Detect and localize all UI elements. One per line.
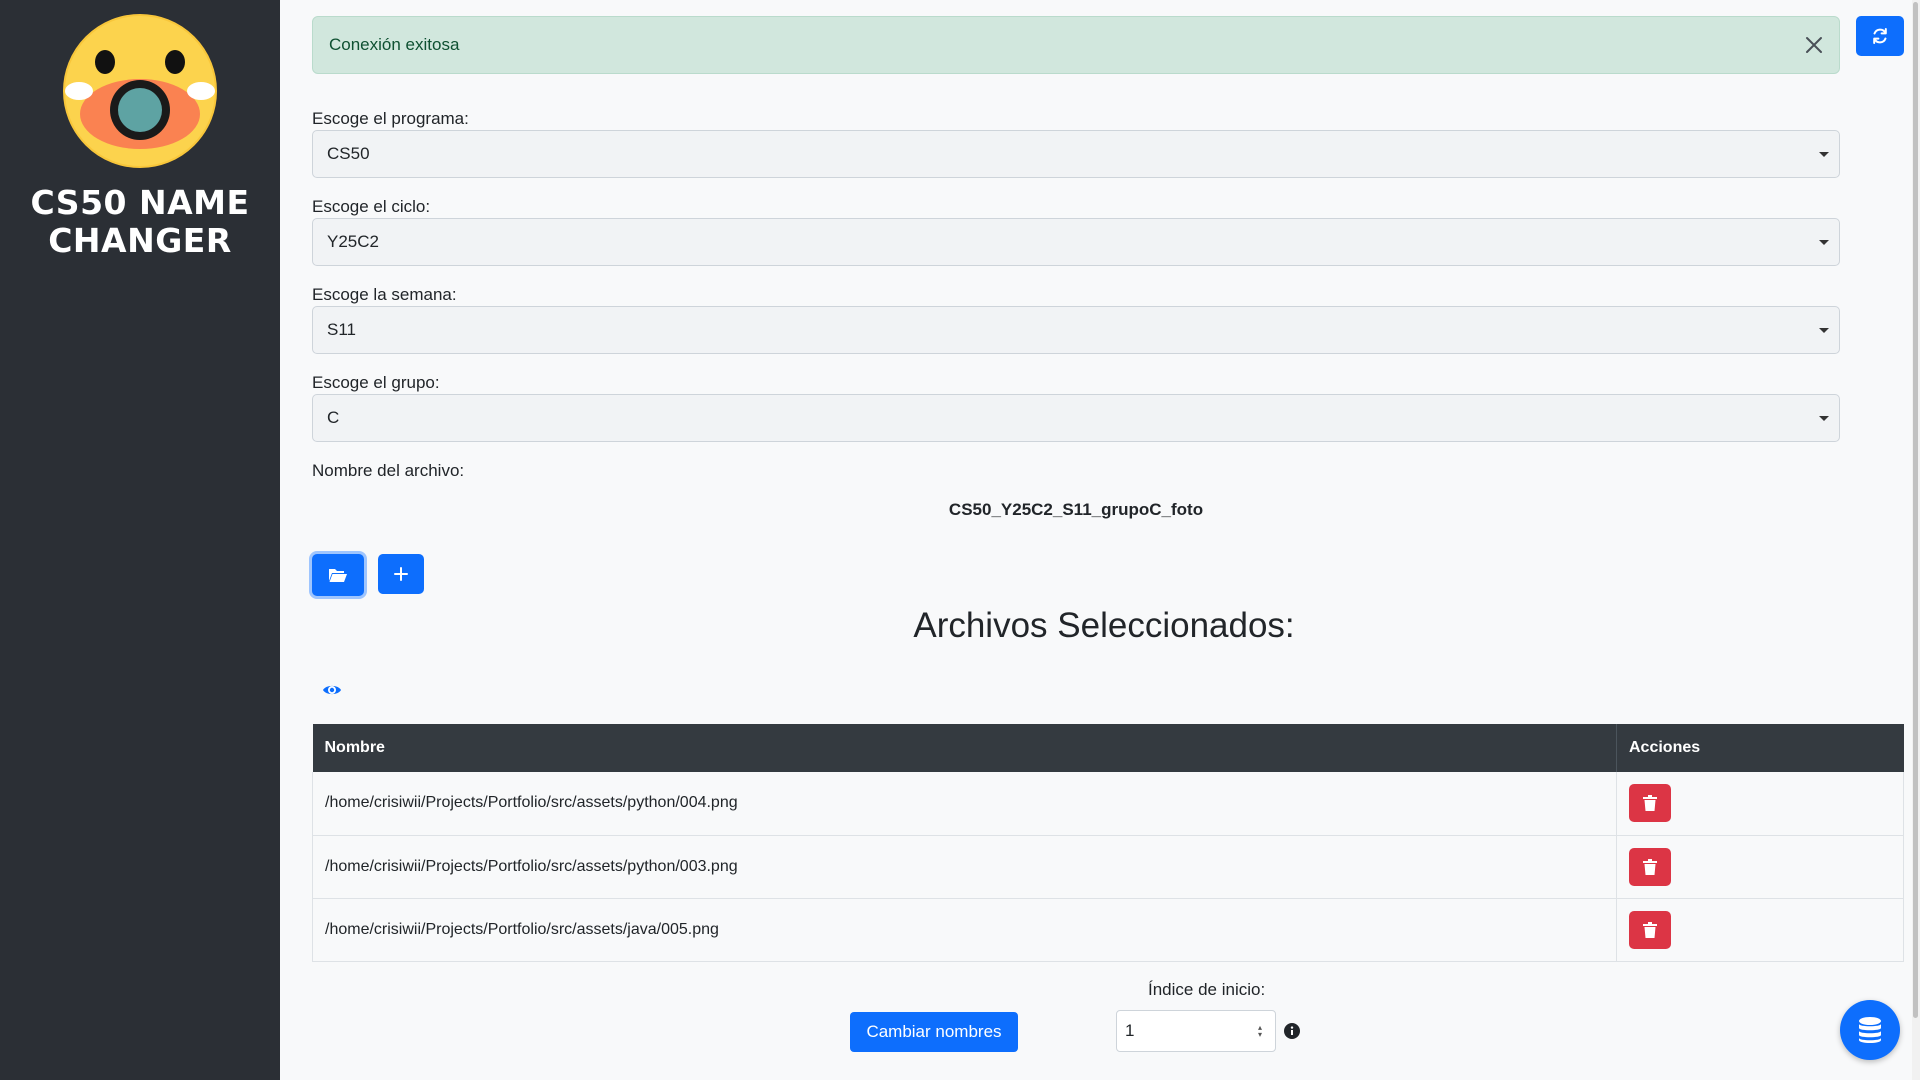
refresh-button[interactable] [1856, 16, 1904, 56]
main-content: Conexión exitosa Escoge el programa: CS5… [312, 0, 1920, 1080]
rename-button[interactable]: Cambiar nombres [850, 1012, 1018, 1052]
success-alert: Conexión exitosa [312, 16, 1840, 74]
table-header-row: Nombre Acciones [312, 724, 1904, 772]
table-row: /home/crisiwii/Projects/Portfolio/src/as… [312, 772, 1904, 836]
chevron-down-icon [1819, 328, 1829, 333]
sidebar: CS50 NAME CHANGER [0, 0, 280, 1080]
chevron-down-icon [1819, 152, 1829, 157]
trash-icon [1643, 921, 1657, 938]
week-select-value: S11 [327, 320, 356, 339]
column-header-actions: Acciones [1616, 724, 1904, 772]
delete-button[interactable] [1629, 847, 1671, 886]
program-select-value: CS50 [327, 144, 370, 163]
scrollbar-thumb[interactable] [1913, 2, 1918, 1018]
trash-icon [1643, 858, 1657, 875]
program-label: Escoge el programa: [312, 109, 469, 128]
plus-icon [394, 567, 408, 581]
selected-files-title: Archivos Seleccionados: [913, 606, 1295, 645]
row-actions [1616, 772, 1904, 836]
refresh-icon [1873, 28, 1887, 44]
close-icon[interactable] [1803, 34, 1825, 56]
file-path: /home/crisiwii/Projects/Portfolio/src/as… [312, 835, 1617, 899]
start-index-value: 1 [1125, 1021, 1135, 1040]
open-folder-button[interactable] [312, 554, 364, 596]
shocked-emoji-icon [63, 14, 217, 168]
eye-icon[interactable] [322, 680, 342, 700]
table-row: /home/crisiwii/Projects/Portfolio/src/as… [312, 898, 1904, 962]
database-button[interactable] [1840, 1000, 1900, 1060]
table-row: /home/crisiwii/Projects/Portfolio/src/as… [312, 835, 1904, 899]
delete-button[interactable] [1629, 910, 1671, 949]
group-label: Escoge el grupo: [312, 373, 440, 392]
week-select[interactable]: S11 [312, 306, 1840, 354]
cycle-select-value: Y25C2 [327, 232, 379, 251]
cycle-select[interactable]: Y25C2 [312, 218, 1840, 266]
start-index-label: Índice de inicio: [1148, 980, 1266, 999]
week-label: Escoge la semana: [312, 285, 457, 304]
vertical-scrollbar[interactable] [1912, 0, 1920, 1080]
file-path: /home/crisiwii/Projects/Portfolio/src/as… [312, 772, 1617, 836]
cycle-label: Escoge el ciclo: [312, 197, 431, 216]
alert-message: Conexión exitosa [329, 35, 460, 54]
chevron-down-icon [1819, 416, 1829, 421]
row-actions [1616, 835, 1904, 899]
group-select-value: C [327, 408, 340, 427]
row-actions [1616, 898, 1904, 962]
column-header-name: Nombre [312, 724, 1617, 772]
group-select[interactable]: C [312, 394, 1840, 442]
add-file-button[interactable] [378, 554, 424, 594]
delete-button[interactable] [1629, 784, 1671, 823]
folder-open-icon [329, 569, 347, 582]
database-icon [1859, 1017, 1881, 1043]
filename-label: Nombre del archivo: [312, 461, 465, 480]
number-spinner[interactable]: ▴ ▾ [1255, 1024, 1265, 1039]
start-index-input[interactable]: 1 ▴ ▾ [1116, 1010, 1276, 1052]
app-title: CS50 NAME CHANGER [30, 183, 250, 260]
files-table: Nombre Acciones /home/crisiwii/Projects/… [312, 724, 1904, 962]
filename-preview: CS50_Y25C2_S11_grupoC_foto [948, 500, 1204, 519]
info-icon[interactable] [1284, 1023, 1300, 1039]
chevron-down-icon [1819, 240, 1829, 245]
file-path: /home/crisiwii/Projects/Portfolio/src/as… [312, 898, 1617, 962]
trash-icon [1643, 795, 1657, 812]
program-select[interactable]: CS50 [312, 130, 1840, 178]
